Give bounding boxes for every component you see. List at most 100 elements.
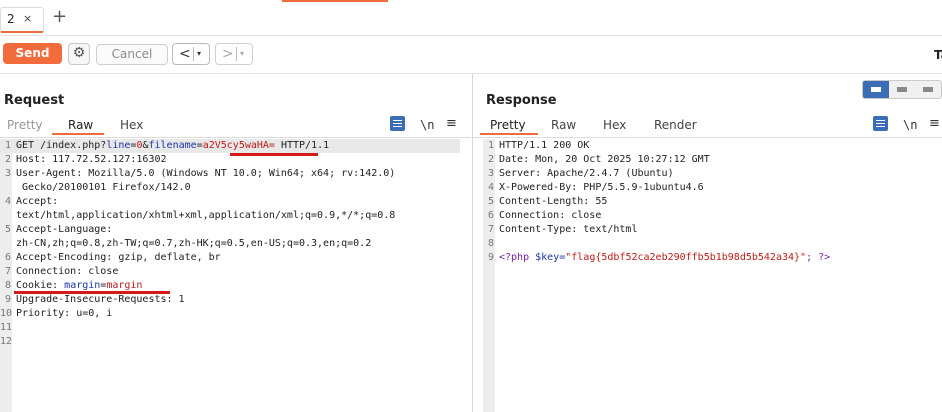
wrap-lines-icon[interactable] [390,116,405,131]
code-line: 8 [483,237,942,251]
line-number: 6 [487,210,494,221]
code-token: ; ?> [806,252,831,263]
response-editor[interactable]: 1 HTTP/1.1 200 OK 2 Date: Mon, 20 Oct 2025 … [483,139,942,412]
code-text: Accept: [16,195,58,209]
response-tab-pretty[interactable]: Pretty [490,118,526,132]
code-line: 2 Date: Mon, 20 Oct 2025 10:27:12 GMT [483,153,942,167]
code-text: zh-CN,zh;q=0.8,zh-TW;q=0.7,zh-HK;q=0.5,e… [16,237,371,251]
code-token: User-Agent: Mozilla/5.0 (Windows NT 10.0… [16,168,396,179]
gear-icon[interactable]: ⚙ [68,43,90,65]
line-number: 2 [487,154,494,165]
newline-toggle-icon[interactable]: \n [903,118,917,132]
code-text: Connection: close [499,209,601,223]
code-token: zh-CN,zh;q=0.8,zh-TW;q=0.7,zh-HK;q=0.5,e… [16,238,372,249]
code-token: Connection: close [16,266,119,277]
code-line: 3 Server: Apache/2.4.7 (Ubuntu) [483,167,942,181]
code-token: margin [106,280,143,291]
response-title: Response [486,93,557,108]
code-token: <?php [499,252,536,263]
code-text: Priority: u=0, i [16,307,112,321]
line-number: 3 [487,168,494,179]
code-token: Cookie: [16,280,65,291]
code-text: Content-Length: 55 [499,195,607,209]
code-token: X-Powered-By: PHP/5.5.9-1ubuntu4.6 [499,182,704,193]
send-button[interactable]: Send [3,43,62,64]
menu-icon[interactable]: ≡ [446,116,457,131]
code-token: Content-Type: text/html [499,224,638,235]
tab-label: 2 [7,12,15,26]
code-token: $key= [535,252,566,263]
menu-icon[interactable]: ≡ [929,116,940,131]
code-line: 7 Connection: close [0,265,471,279]
wrap-lines-icon[interactable] [873,116,888,131]
code-token: HTTP/1.1 200 OK [499,140,590,151]
code-token: Content-Length: 55 [499,196,608,207]
code-token: a2V5cy5waHA= [202,140,275,151]
back-nav-button[interactable]: < ▾ [172,43,210,65]
code-text: HTTP/1.1 200 OK [499,139,589,153]
request-tab-pretty[interactable]: Pretty [7,118,43,132]
code-line: 6 Accept-Encoding: gzip, deflate, br [0,251,471,265]
request-editor[interactable]: 1 GET /index.php?line=0&filename=a2V5cy5w… [0,139,471,412]
request-active-tab-underline [52,133,104,135]
forward-nav-button[interactable]: > ▾ [215,43,253,65]
code-line: 5 Content-Length: 55 [483,195,942,209]
code-text: User-Agent: Mozilla/5.0 (Windows NT 10.0… [16,167,395,181]
line-number: 9 [4,294,11,305]
chevron-down-icon[interactable]: ▾ [197,45,201,63]
line-number: 8 [487,238,494,249]
chevron-down-icon[interactable]: ▾ [240,45,244,63]
filename-annotation-underline [230,153,318,156]
response-active-tab-underline [480,133,538,135]
new-tab-button[interactable]: + [52,7,67,27]
chevron-right-icon: > [222,46,234,62]
line-number: 1 [487,140,494,151]
cancel-button[interactable]: Cancel [96,44,168,65]
line-number: 12 [0,336,13,347]
code-token: Accept: [16,196,59,207]
code-token: "flag{5dbf52ca2eb290ffb5b1b98d5b542a34}" [565,252,807,263]
code-token: Connection: close [499,210,602,221]
code-line: 6 Connection: close [483,209,942,223]
code-text: GET /index.php?line=0&filename=a2V5cy5wa… [16,139,329,153]
tab-2[interactable]: 2 × [0,7,44,33]
code-line: 4 X-Powered-By: PHP/5.5.9-1ubuntu4.6 [483,181,942,195]
code-text: Content-Type: text/html [499,223,637,237]
newline-toggle-icon[interactable]: \n [420,118,434,132]
line-number: 6 [4,252,11,263]
code-text: Connection: close [16,265,118,279]
code-line: 3 User-Agent: Mozilla/5.0 (Windows NT 10.… [0,167,471,181]
code-token: Server: Apache/2.4.7 (Ubuntu) [499,168,674,179]
code-text: Date: Mon, 20 Oct 2025 10:27:12 GMT [499,153,710,167]
request-tab-raw[interactable]: Raw [68,118,93,132]
code-line: 5 Accept-Language: [0,223,471,237]
code-line: 7 Content-Type: text/html [483,223,942,237]
line-number: 2 [4,154,11,165]
line-number: 10 [0,308,13,319]
code-token: Host: 117.72.52.127:16302 [16,154,167,165]
response-tab-render[interactable]: Render [654,118,697,132]
tab-close-icon[interactable]: × [23,12,32,25]
line-number: 4 [4,196,11,207]
code-token: GET /index.php? [16,140,107,151]
code-line: 4 Accept: [0,195,471,209]
code-line: zh-CN,zh;q=0.8,zh-TW;q=0.7,zh-HK;q=0.5,e… [0,237,471,251]
layout-single-icon[interactable] [915,81,941,98]
code-line: 1 HTTP/1.1 200 OK [483,139,942,153]
code-text: text/html,application/xhtml+xml,applicat… [16,209,395,223]
tab-strip-accent [282,0,388,2]
code-token: line [106,140,131,151]
code-text: Accept-Language: [16,223,112,237]
code-line: 12 [0,335,471,349]
tab-strip: 2 × + [0,0,942,36]
request-tab-hex[interactable]: Hex [120,118,143,132]
code-token: HTTP/1.1 [274,140,330,151]
layout-horizontal-icon[interactable] [889,81,915,98]
code-line: 1 GET /index.php?line=0&filename=a2V5cy5w… [0,139,460,153]
line-number: 5 [487,196,494,207]
layout-side-by-side-icon[interactable] [863,81,889,98]
response-tab-hex[interactable]: Hex [603,118,626,132]
layout-toggle [862,80,942,99]
code-token: Accept-Encoding: gzip, deflate, br [16,252,221,263]
response-tab-raw[interactable]: Raw [551,118,576,132]
